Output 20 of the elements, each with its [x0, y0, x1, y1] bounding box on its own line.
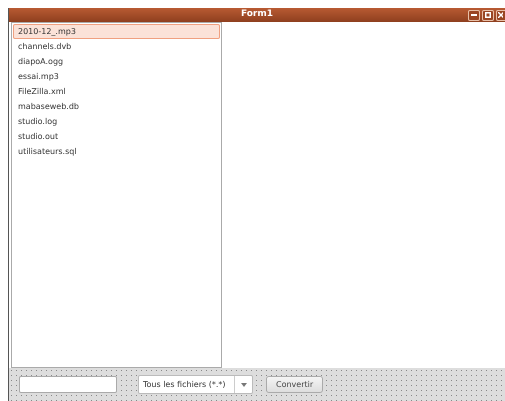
caret-icon: [240, 382, 246, 386]
close-icon: [498, 12, 504, 18]
file-item[interactable]: channels.dvb: [13, 39, 220, 54]
file-item[interactable]: 2010-12_.mp3: [13, 24, 220, 39]
minimize-button[interactable]: [468, 10, 480, 20]
file-item[interactable]: essai.mp3: [13, 69, 220, 84]
file-item[interactable]: diapoA.ogg: [13, 54, 220, 69]
file-item[interactable]: studio.out: [13, 129, 220, 144]
maximize-icon: [484, 12, 491, 18]
file-item[interactable]: utilisateurs.sql: [13, 144, 220, 159]
filter-dropdown[interactable]: Tous les fichiers (*.*): [138, 375, 253, 394]
maximize-button[interactable]: [482, 10, 494, 20]
file-item[interactable]: FileZilla.xml: [13, 84, 220, 99]
text-field[interactable]: [19, 376, 117, 393]
convert-button[interactable]: Convertir: [266, 376, 324, 393]
file-item[interactable]: studio.log: [13, 114, 220, 129]
minimize-icon: [470, 14, 477, 16]
window-title: Form1: [240, 8, 274, 22]
file-item[interactable]: mabaseweb.db: [13, 99, 220, 114]
close-button[interactable]: [496, 10, 505, 20]
